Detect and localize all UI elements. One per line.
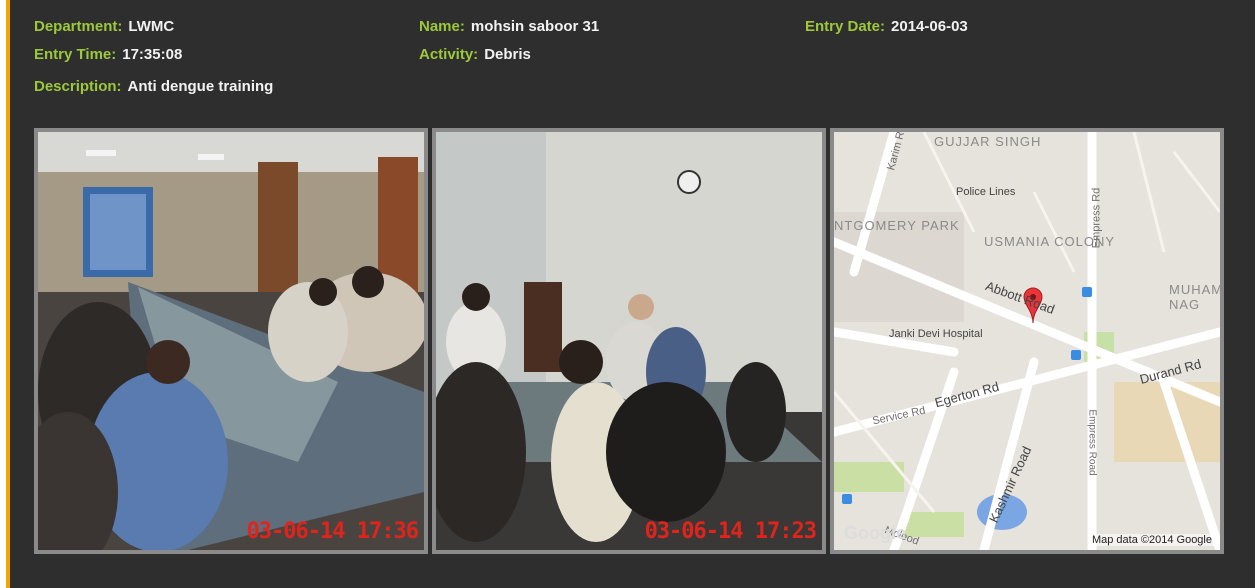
photo-1-timestamp: 03-06-14 17:36 [246, 519, 419, 544]
department-field: Department: LWMC [34, 18, 174, 35]
activity-label: Activity: [419, 46, 479, 63]
activity-value: Debris [484, 46, 531, 63]
name-label: Name: [419, 18, 465, 35]
entry-date-field: Entry Date: 2014-06-03 [805, 18, 968, 35]
name-value: mohsin saboor 31 [470, 18, 600, 35]
photo-2-image [436, 132, 822, 550]
photo-2[interactable]: 03-06-14 17:23 [432, 128, 826, 554]
name-field: Name: mohsin saboor 31 [419, 18, 599, 35]
location-map[interactable]: GUJJAR SINGH Karim Rd Police Lines NTGOM… [830, 128, 1224, 554]
activity-field: Activity: Debris [419, 46, 531, 63]
department-value: LWMC [128, 18, 175, 35]
entry-date-label: Entry Date: [805, 18, 886, 35]
entry-card: Department: LWMC Name: mohsin saboor 31 En… [6, 0, 1255, 588]
description-field: Description: Anti dengue training [34, 78, 273, 95]
entry-date-value: 2014-06-03 [891, 18, 968, 35]
photo-2-timestamp: 03-06-14 17:23 [644, 519, 817, 544]
photo-1[interactable]: 03-06-14 17:36 [34, 128, 428, 554]
description-value: Anti dengue training [127, 78, 274, 95]
photo-1-image [38, 132, 424, 550]
google-logo: Google [844, 523, 906, 543]
department-label: Department: [34, 18, 123, 35]
map-label-gujjar-singh: GUJJAR SINGH [934, 134, 1042, 149]
map-label-police-lines: Police Lines [956, 186, 1016, 198]
map-canvas [834, 132, 1220, 550]
map-label-empress-rd: Empress Rd [1090, 187, 1103, 249]
entry-time-field: Entry Time: 17:35:08 [34, 46, 182, 63]
map-label-muham-nag: MUHAM NAG [1169, 282, 1224, 312]
entry-time-value: 17:35:08 [122, 46, 183, 63]
map-label-montgomery-park: NTGOMERY PARK [834, 218, 960, 233]
map-label-janki-devi: Janki Devi Hospital [889, 328, 983, 340]
entry-time-label: Entry Time: [34, 46, 117, 63]
description-label: Description: [34, 78, 122, 95]
map-credit[interactable]: Map data ©2014 Google [1089, 534, 1214, 546]
map-label-empress-road: Empress Road [1086, 409, 1098, 476]
